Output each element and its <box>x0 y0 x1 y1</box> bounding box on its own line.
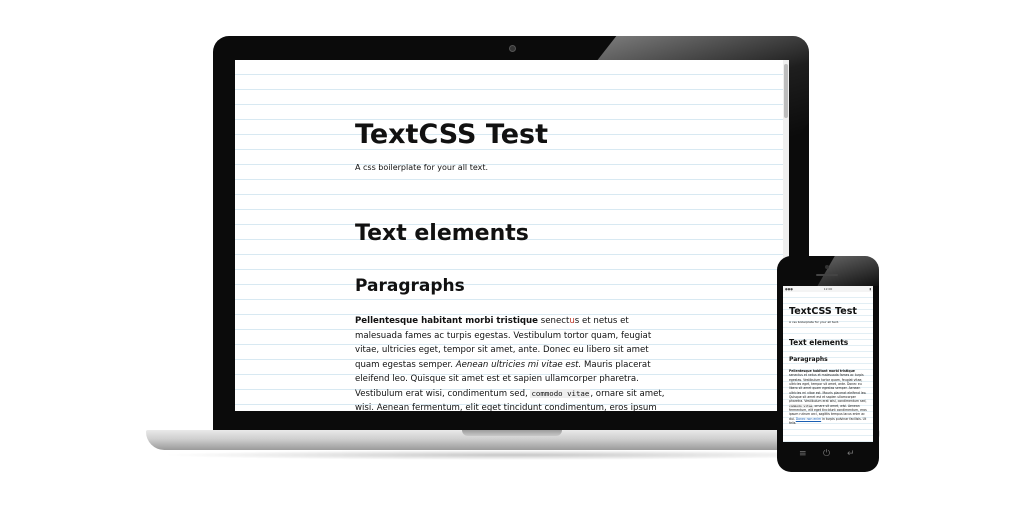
page-title: TextCSS Test <box>355 119 548 150</box>
back-icon[interactable]: ↵ <box>847 449 855 459</box>
phone-page-content: TextCSS Test A css boilerplate for your … <box>789 306 869 425</box>
battery-icon: ▮ <box>869 287 871 291</box>
phone-device: ●●● 12:00 ▮ TextCSS Test A css boilerpla… <box>777 256 879 472</box>
phone-sub-heading: Paragraphs <box>789 356 828 363</box>
phone-paragraph: Pellentesque habitant morbi tristique se… <box>789 369 869 425</box>
phone-glare <box>817 256 879 286</box>
paragraph-bold-lead: Pellentesque habitant morbi tristique <box>355 316 538 326</box>
paragraph-italic: Aenean ultricies mi vitae est. <box>455 359 582 370</box>
signal-icon: ●●● <box>785 287 793 291</box>
phone-speaker-icon <box>816 274 838 276</box>
laptop-camera-icon <box>509 45 516 52</box>
paragraph-code: commodo vitae <box>530 388 591 398</box>
phone-camera-icon <box>825 265 829 269</box>
phone-screen[interactable]: ●●● 12:00 ▮ TextCSS Test A css boilerpla… <box>783 286 873 442</box>
phone-section-heading: Text elements <box>789 338 849 347</box>
section-heading: Text elements <box>355 221 529 246</box>
laptop-page-content: TextCSS Test A css boilerplate for your … <box>355 118 675 411</box>
phone-nav-bar: ≡ ⏻ ↵ <box>777 446 879 466</box>
paragraph-text: senect <box>538 316 570 326</box>
phone-page-title: TextCSS Test <box>789 306 857 317</box>
laptop-notch <box>462 430 562 436</box>
power-icon[interactable]: ⏻ <box>823 449 830 459</box>
laptop-scrollbar-thumb[interactable] <box>784 64 788 118</box>
phone-paragraph-link[interactable]: Donec non enim <box>796 417 821 421</box>
paragraph: Pellentesque habitant morbi tristique se… <box>355 314 667 411</box>
laptop-base <box>146 430 880 450</box>
phone-page-tagline: A css boilerplate for your all text. <box>789 320 839 324</box>
phone-paragraph-text: senectus et netus et malesuada fames ac … <box>789 373 867 404</box>
laptop-shadow <box>160 450 866 460</box>
page-tagline: A css boilerplate for your all text. <box>355 163 489 172</box>
status-time: 12:00 <box>823 287 833 291</box>
laptop-screen[interactable]: TextCSS Test A css boilerplate for your … <box>235 60 789 411</box>
phone-status-bar: ●●● 12:00 ▮ <box>783 286 873 292</box>
sub-heading: Paragraphs <box>355 276 465 296</box>
menu-icon[interactable]: ≡ <box>799 449 807 459</box>
laptop-lid: TextCSS Test A css boilerplate for your … <box>213 36 809 434</box>
